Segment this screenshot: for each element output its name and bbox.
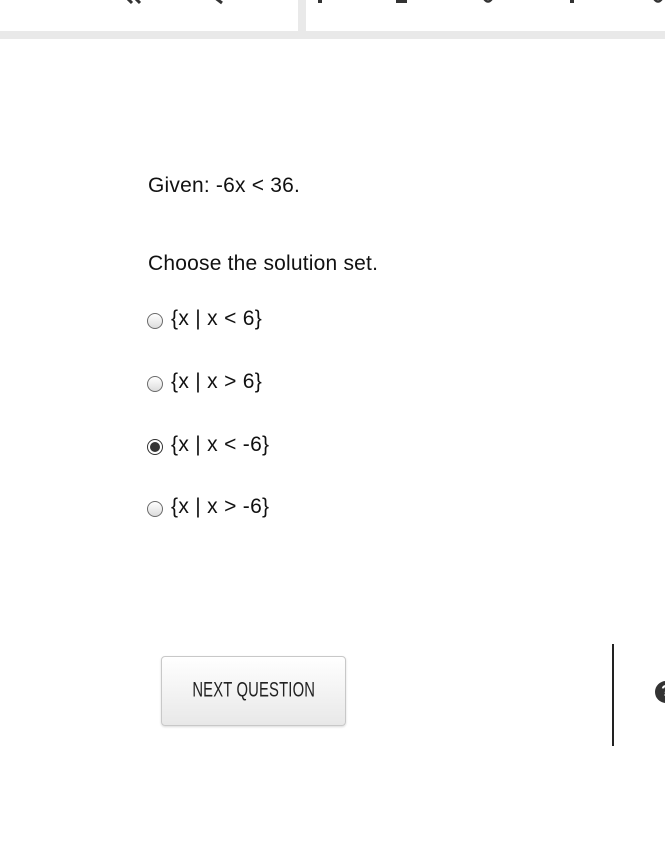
toolbar-icon-4[interactable] [396, 0, 408, 6]
toolbar-icon-6[interactable] [570, 0, 576, 6]
radio-button[interactable] [147, 501, 163, 517]
answer-option[interactable]: {x | x > -6} [147, 493, 269, 521]
double-chevron-left-icon[interactable] [124, 0, 146, 6]
toolbar-icon-5[interactable] [482, 0, 494, 6]
radio-button[interactable] [147, 313, 163, 329]
answer-option[interactable]: {x | x > 6} [147, 368, 262, 396]
answer-option-label: {x | x > 6} [171, 370, 263, 393]
answer-option-label: {x | x < 6} [171, 307, 263, 330]
toolbar-icon-3[interactable] [318, 0, 324, 6]
top-toolbar [0, 0, 665, 31]
answer-option[interactable]: {x | x < -6} [147, 431, 269, 459]
radio-button[interactable] [147, 376, 163, 392]
next-question-button[interactable]: NEXT QUESTION [161, 656, 346, 726]
question-instruction: Choose the solution set. [148, 252, 379, 275]
help-icon[interactable]: ? [655, 681, 665, 703]
vertical-divider [612, 644, 614, 746]
toolbar-divider [298, 0, 306, 31]
next-question-label: NEXT QUESTION [192, 678, 315, 702]
answer-option-label: {x | x < -6} [171, 433, 270, 456]
quiz-page: Given: -6x < 36. Choose the solution set… [0, 0, 665, 842]
search-icon[interactable] [208, 0, 226, 6]
toolbar-icon-7[interactable] [652, 0, 664, 6]
question-prompt: Given: -6x < 36. [148, 174, 301, 197]
answer-option[interactable]: {x | x < 6} [147, 305, 262, 333]
toolbar-bottom-border [0, 31, 665, 39]
radio-button[interactable] [147, 439, 163, 455]
answer-option-label: {x | x > -6} [171, 495, 270, 518]
